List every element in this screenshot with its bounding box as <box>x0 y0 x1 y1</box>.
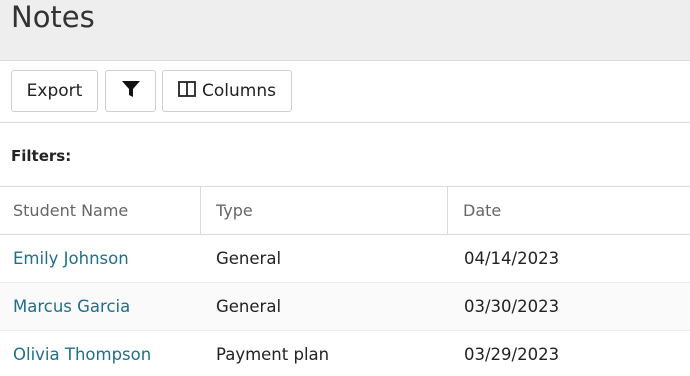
column-header-type[interactable]: Type <box>201 187 448 234</box>
export-button-label: Export <box>26 81 83 101</box>
notes-table: Student Name Type Date Emily Johnson Gen… <box>0 186 690 376</box>
student-name-link[interactable]: Olivia Thompson <box>13 331 151 376</box>
note-date: 03/29/2023 <box>464 345 560 364</box>
columns-button[interactable]: Columns <box>162 70 292 112</box>
columns-icon <box>178 80 196 102</box>
toolbar: Export Columns <box>0 61 690 123</box>
table-row: Olivia Thompson Payment plan 03/29/2023 <box>0 331 690 376</box>
student-name-link[interactable]: Emily Johnson <box>13 235 129 282</box>
table-row: Emily Johnson General 04/14/2023 <box>0 235 690 283</box>
student-name-link[interactable]: Marcus Garcia <box>13 283 130 330</box>
note-date: 04/14/2023 <box>464 249 560 268</box>
table-row: Marcus Garcia General 03/30/2023 <box>0 283 690 331</box>
note-type: General <box>216 249 282 268</box>
columns-button-label: Columns <box>202 81 276 101</box>
column-header-date[interactable]: Date <box>448 187 690 234</box>
filter-button[interactable] <box>105 70 156 112</box>
note-type: Payment plan <box>216 345 330 364</box>
page-header: Notes <box>0 0 690 61</box>
table-header: Student Name Type Date <box>0 186 690 235</box>
page-title: Notes <box>11 0 95 34</box>
note-date: 03/30/2023 <box>464 297 560 316</box>
export-button[interactable]: Export <box>11 70 98 112</box>
notes-page: Notes Export Columns Filters: Student Na… <box>0 0 690 376</box>
filters-label: Filters: <box>11 147 72 165</box>
note-type: General <box>216 297 282 316</box>
filter-icon <box>121 79 141 104</box>
column-header-student-name[interactable]: Student Name <box>0 187 201 234</box>
